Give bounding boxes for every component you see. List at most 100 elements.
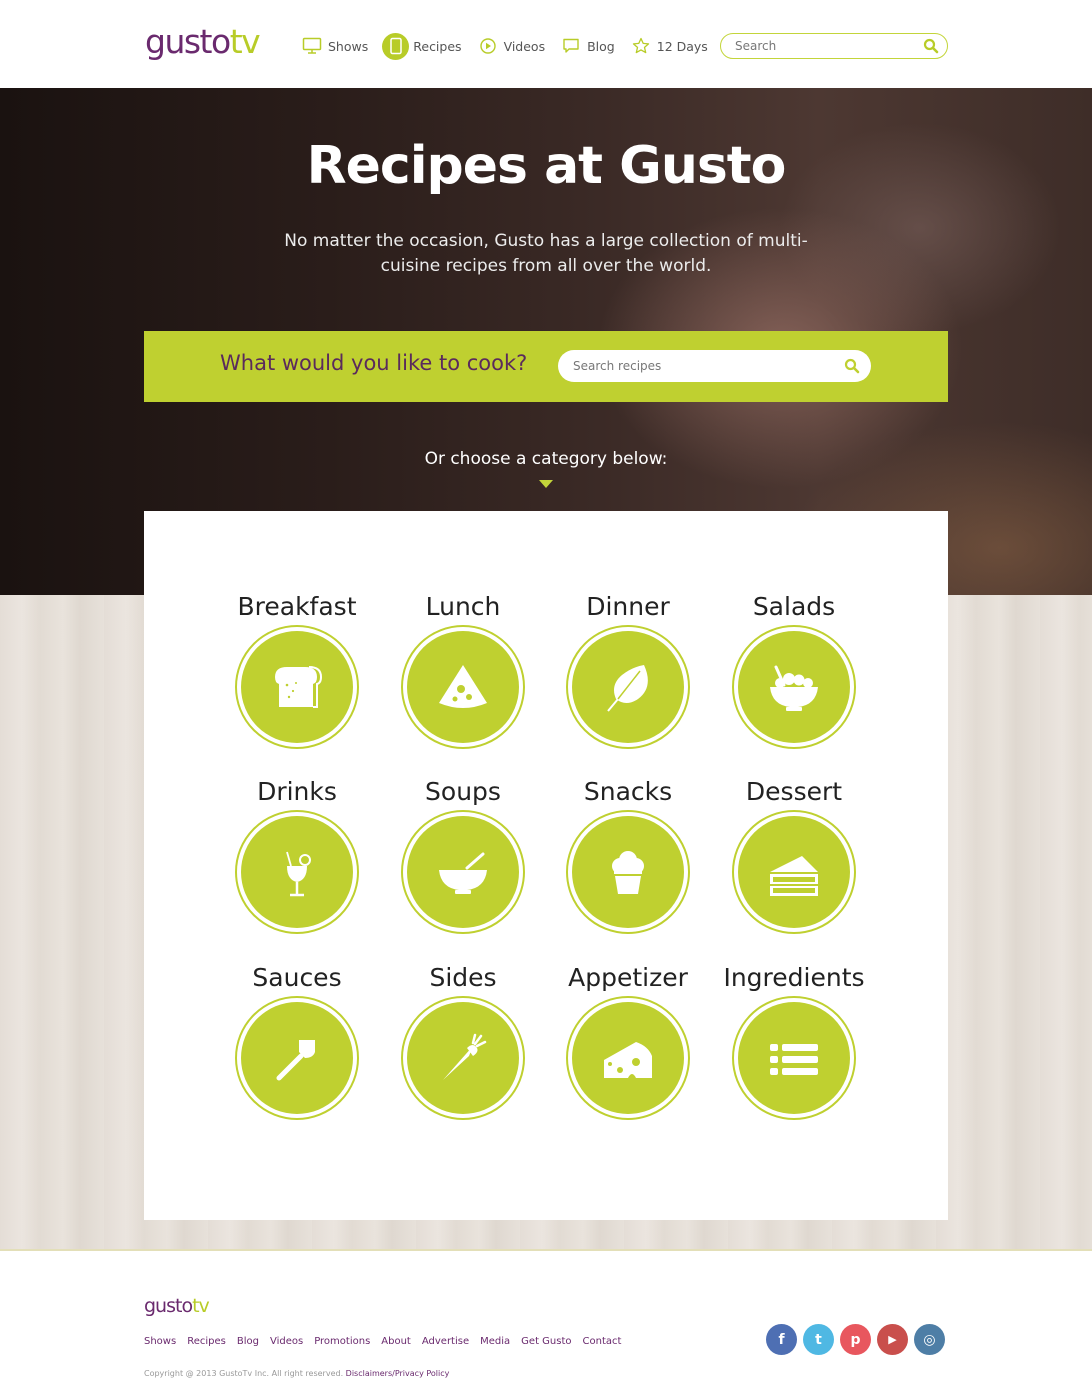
cheese-icon (572, 1002, 684, 1114)
spatula-icon (241, 1002, 353, 1114)
category-circle (566, 810, 690, 934)
pinterest-icon[interactable]: p (840, 1324, 871, 1355)
soup-bowl-icon (407, 816, 519, 928)
nav-recipes[interactable]: Recipes (382, 32, 462, 60)
category-lunch[interactable]: Lunch (380, 589, 546, 749)
main-nav: Shows Recipes Videos Blog 12 Days (300, 32, 722, 60)
footer-link-promotions[interactable]: Promotions (314, 1336, 370, 1347)
star-icon (629, 34, 653, 58)
recipe-search (558, 350, 871, 382)
page-title: Recipes at Gusto (306, 136, 787, 196)
header-search-input[interactable] (735, 37, 915, 55)
footer-link-contact[interactable]: Contact (583, 1336, 622, 1347)
category-label: Sauces (252, 963, 342, 992)
category-label: Soups (425, 777, 501, 806)
nav-videos-label: Videos (503, 38, 546, 54)
nav-videos[interactable]: Videos (476, 34, 546, 58)
cocktail-icon (241, 816, 353, 928)
category-breakfast[interactable]: Breakfast (214, 589, 380, 749)
category-ingredients[interactable]: Ingredients (711, 960, 877, 1120)
footer-link-media[interactable]: Media (480, 1336, 510, 1347)
hero-subtitle: No matter the occasion, Gusto has a larg… (284, 231, 808, 276)
copyright-text: Copyright @ 2013 GustoTv Inc. All right … (144, 1369, 344, 1378)
category-label: Salads (752, 592, 836, 621)
category-appetizer[interactable]: Appetizer (545, 960, 711, 1120)
muffin-icon (572, 816, 684, 928)
category-soups[interactable]: Soups (380, 774, 546, 934)
footer-link-videos[interactable]: Videos (270, 1336, 303, 1347)
nav-12-days-label: 12 Days (656, 38, 708, 54)
category-drinks[interactable]: Drinks (214, 774, 380, 934)
footer-link-about[interactable]: About (381, 1336, 411, 1347)
category-circle (235, 996, 359, 1120)
cake-slice-icon (738, 816, 850, 928)
nav-shows-label: Shows (328, 38, 369, 54)
speech-bubble-icon (559, 34, 583, 58)
recipe-search-bar: What would you like to cook? (144, 331, 948, 402)
category-label: Breakfast (237, 592, 357, 621)
category-label: Drinks (257, 777, 337, 806)
salad-bowl-icon (738, 631, 850, 743)
social-links: f t p ▶ ◎ (766, 1324, 951, 1355)
logo-tv: tv (229, 22, 261, 61)
category-dessert[interactable]: Dessert (711, 774, 877, 934)
footer-links: Shows Recipes Blog Videos Promotions Abo… (144, 1336, 632, 1347)
site-header: gustotv Shows Recipes Videos Blog 12 Day… (0, 0, 1092, 88)
tablet-icon (382, 32, 410, 60)
category-label: Dessert (745, 777, 843, 806)
footer-link-recipes[interactable]: Recipes (187, 1336, 226, 1347)
footer-logo-gusto: gusto (144, 1295, 193, 1317)
category-circle (566, 625, 690, 749)
category-circle (732, 810, 856, 934)
category-sauces[interactable]: Sauces (214, 960, 380, 1120)
logo[interactable]: gustotv (145, 22, 261, 62)
category-sides[interactable]: Sides (380, 960, 546, 1120)
leaf-icon (572, 631, 684, 743)
tv-icon (300, 34, 324, 58)
category-salads[interactable]: Salads (711, 589, 877, 749)
disclaimer-link[interactable]: Disclaimers/Privacy Policy (346, 1369, 450, 1378)
category-circle (732, 996, 856, 1120)
nav-recipes-label: Recipes (413, 38, 462, 54)
footer-link-blog[interactable]: Blog (237, 1336, 259, 1347)
category-label: Lunch (425, 592, 501, 621)
choose-category-text: Or choose a category below: (424, 449, 668, 469)
category-label: Ingredients (723, 963, 865, 992)
play-icon (476, 34, 500, 58)
category-label: Dinner (586, 592, 670, 621)
category-circle (401, 810, 525, 934)
site-footer: gustotv Shows Recipes Blog Videos Promot… (0, 1252, 1092, 1399)
footer-logo[interactable]: gustotv (144, 1295, 210, 1317)
category-snacks[interactable]: Snacks (545, 774, 711, 934)
header-search (720, 33, 948, 59)
footer-link-shows[interactable]: Shows (144, 1336, 176, 1347)
category-label: Sides (429, 963, 497, 992)
category-circle (235, 625, 359, 749)
logo-gusto: gusto (145, 22, 231, 61)
cook-question: What would you like to cook? (220, 351, 528, 375)
category-circle (566, 996, 690, 1120)
twitter-icon[interactable]: t (803, 1324, 834, 1355)
footer-link-get-gusto[interactable]: Get Gusto (521, 1336, 571, 1347)
recipe-search-input[interactable] (573, 357, 823, 375)
nav-12-days[interactable]: 12 Days (629, 34, 708, 58)
copyright: Copyright @ 2013 GustoTv Inc. All right … (144, 1369, 449, 1378)
nav-shows[interactable]: Shows (300, 34, 368, 58)
search-icon[interactable] (844, 358, 860, 378)
category-panel: Breakfast Lunch Dinner Salads Drinks Sou… (144, 511, 948, 1220)
nav-blog[interactable]: Blog (559, 34, 615, 58)
category-dinner[interactable]: Dinner (545, 589, 711, 749)
category-label: Snacks (583, 777, 673, 806)
pizza-slice-icon (407, 631, 519, 743)
down-arrow-icon (539, 480, 553, 488)
carrot-icon (407, 1002, 519, 1114)
category-circle (235, 810, 359, 934)
search-icon[interactable] (923, 38, 939, 58)
facebook-icon[interactable]: f (766, 1324, 797, 1355)
instagram-icon[interactable]: ◎ (914, 1324, 945, 1355)
youtube-icon[interactable]: ▶ (877, 1324, 908, 1355)
bread-icon (241, 631, 353, 743)
list-icon (738, 1002, 850, 1114)
footer-link-advertise[interactable]: Advertise (422, 1336, 469, 1347)
category-circle (732, 625, 856, 749)
